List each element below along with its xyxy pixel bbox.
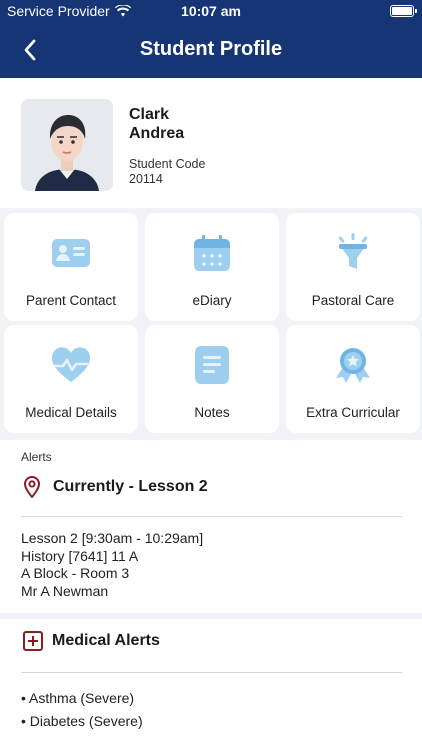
alerts-section-label: Alerts	[21, 450, 52, 464]
status-time: 10:07 am	[181, 3, 241, 19]
tile-label: Pastoral Care	[311, 293, 395, 308]
current-lesson-header: Currently - Lesson 2	[24, 476, 208, 498]
avatar	[21, 99, 113, 191]
tile-label: Extra Curricular	[306, 405, 400, 420]
funnel-lamp-icon	[338, 233, 368, 269]
status-bar: Service Provider 10:07 am	[0, 0, 422, 24]
contact-card-icon	[52, 239, 90, 267]
alerts-section: Alerts Currently - Lesson 2 Lesson 2 [9:…	[0, 440, 422, 613]
nav-bar: Student Profile	[0, 30, 422, 70]
student-last-name: Clark	[129, 106, 170, 123]
tile-pastoral-care[interactable]: Pastoral Care	[286, 213, 420, 321]
lesson-details: Lesson 2 [9:30am - 10:29am] History [764…	[21, 530, 203, 600]
list-item: • Asthma (Severe)	[21, 690, 135, 706]
tile-parent-contact[interactable]: Parent Contact	[4, 213, 138, 321]
app-header: Service Provider 10:07 am Student Profil…	[0, 0, 422, 78]
tile-notes[interactable]: Notes	[145, 325, 279, 433]
notes-icon	[195, 346, 229, 384]
lesson-teacher: Mr A Newman	[21, 582, 109, 599]
medical-alerts-section: Medical Alerts • Asthma (Severe) • Diabe…	[0, 619, 422, 750]
location-pin-icon	[24, 476, 40, 498]
divider	[21, 516, 402, 517]
medical-alerts-header: Medical Alerts	[23, 631, 160, 651]
divider	[21, 672, 402, 673]
page-title: Student Profile	[139, 38, 283, 60]
tile-medical-details[interactable]: Medical Details	[4, 325, 138, 433]
lesson-room: A Block - Room 3	[21, 565, 130, 581]
tile-ediary[interactable]: eDiary	[145, 213, 279, 321]
heart-pulse-icon	[51, 347, 91, 382]
student-code: 20114	[129, 172, 163, 186]
student-avatar-icon	[21, 99, 113, 191]
list-item: • Diabetes (Severe)	[21, 713, 143, 729]
award-ribbon-icon	[336, 348, 370, 383]
tile-extra-curricular[interactable]: Extra Curricular	[286, 325, 420, 433]
student-code-label: Student Code	[129, 157, 206, 171]
current-lesson-title: Currently - Lesson 2	[53, 478, 208, 495]
battery-icon	[390, 5, 417, 17]
tile-label: eDiary	[192, 293, 232, 308]
medical-cross-icon	[23, 631, 43, 651]
lesson-subject: History [7641] 11 A	[21, 547, 139, 564]
medical-alerts-title: Medical Alerts	[52, 632, 160, 649]
tile-label: Parent Contact	[25, 293, 117, 308]
lesson-time: Lesson 2 [9:30am - 10:29am]	[21, 530, 204, 546]
profile-tiles-grid: Parent Contact eDiary Pastoral Care Medi…	[4, 213, 420, 433]
calendar-icon	[194, 235, 230, 271]
student-first-name: Andrea	[129, 125, 185, 142]
student-profile-card: Clark Andrea Student Code 20114	[0, 78, 422, 208]
student-info: Clark Andrea Student Code 20114	[129, 105, 205, 187]
tile-label: Notes	[194, 405, 230, 420]
tile-label: Medical Details	[25, 405, 117, 420]
medical-alerts-list: • Asthma (Severe) • Diabetes (Severe)	[21, 687, 143, 733]
